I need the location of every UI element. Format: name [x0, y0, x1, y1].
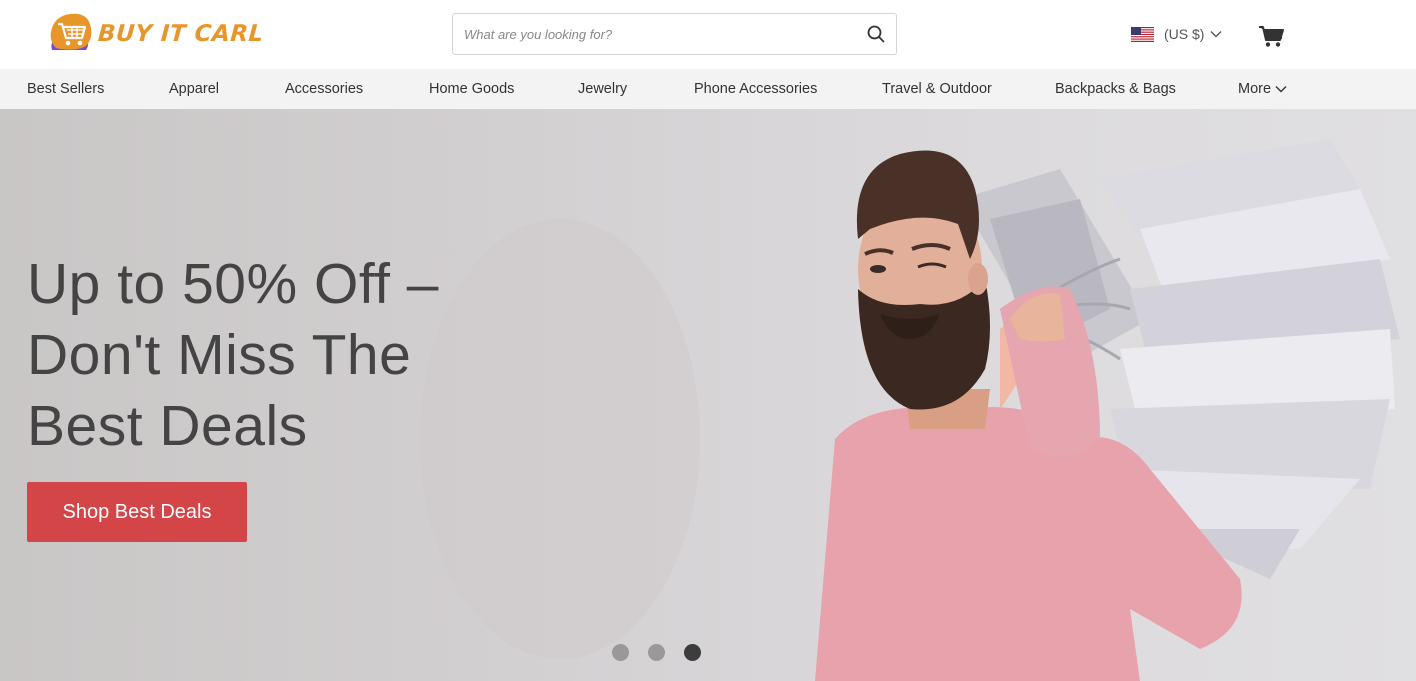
nav-item-backpacks-bags[interactable]: Backpacks & Bags: [1055, 69, 1176, 109]
carousel-pagination: [612, 644, 720, 661]
search-bar: [452, 13, 897, 55]
search-button[interactable]: [856, 14, 896, 54]
carousel-dot-2[interactable]: [648, 644, 665, 661]
currency-selector[interactable]: (US $): [1131, 22, 1222, 46]
nav-item-more[interactable]: More: [1238, 69, 1287, 109]
nav-item-home-goods[interactable]: Home Goods: [429, 69, 514, 109]
nav-more-label: More: [1238, 81, 1272, 97]
hero-headline: Up to 50% Off – Don't Miss The Best Deal…: [27, 249, 547, 462]
brand-logo[interactable]: BUY IT CARL: [46, 10, 265, 58]
currency-label: (US $): [1164, 26, 1205, 42]
shopping-cart-logo-icon: [50, 13, 92, 50]
nav-item-apparel[interactable]: Apparel: [169, 69, 219, 109]
search-icon: [867, 25, 885, 43]
shop-best-deals-button[interactable]: Shop Best Deals: [27, 482, 247, 542]
nav-item-phone-accessories[interactable]: Phone Accessories: [694, 69, 817, 109]
nav-item-travel-outdoor[interactable]: Travel & Outdoor: [882, 69, 992, 109]
carousel-dot-3[interactable]: [684, 644, 701, 661]
cart-icon[interactable]: [1258, 24, 1284, 48]
us-flag-icon: [1131, 26, 1154, 42]
brand-name: BUY IT CARL: [97, 21, 265, 47]
hero-headline-line-2: Don't Miss The: [27, 323, 412, 387]
carousel-dot-1[interactable]: [612, 644, 629, 661]
chevron-down-icon: [1210, 31, 1222, 38]
site-header: BUY IT CARL (US $): [0, 0, 1416, 69]
nav-item-best-sellers[interactable]: Best Sellers: [27, 69, 104, 109]
search-input[interactable]: [453, 14, 856, 54]
nav-item-jewelry[interactable]: Jewelry: [578, 69, 627, 109]
chevron-down-icon: [1275, 86, 1287, 93]
hero-headline-line-1: Up to 50% Off –: [27, 252, 440, 316]
hero-headline-line-3: Best Deals: [27, 394, 308, 458]
category-nav: Best Sellers Apparel Accessories Home Go…: [0, 69, 1416, 109]
nav-item-accessories[interactable]: Accessories: [285, 69, 363, 109]
hero-banner: Up to 50% Off – Don't Miss The Best Deal…: [0, 109, 1416, 681]
